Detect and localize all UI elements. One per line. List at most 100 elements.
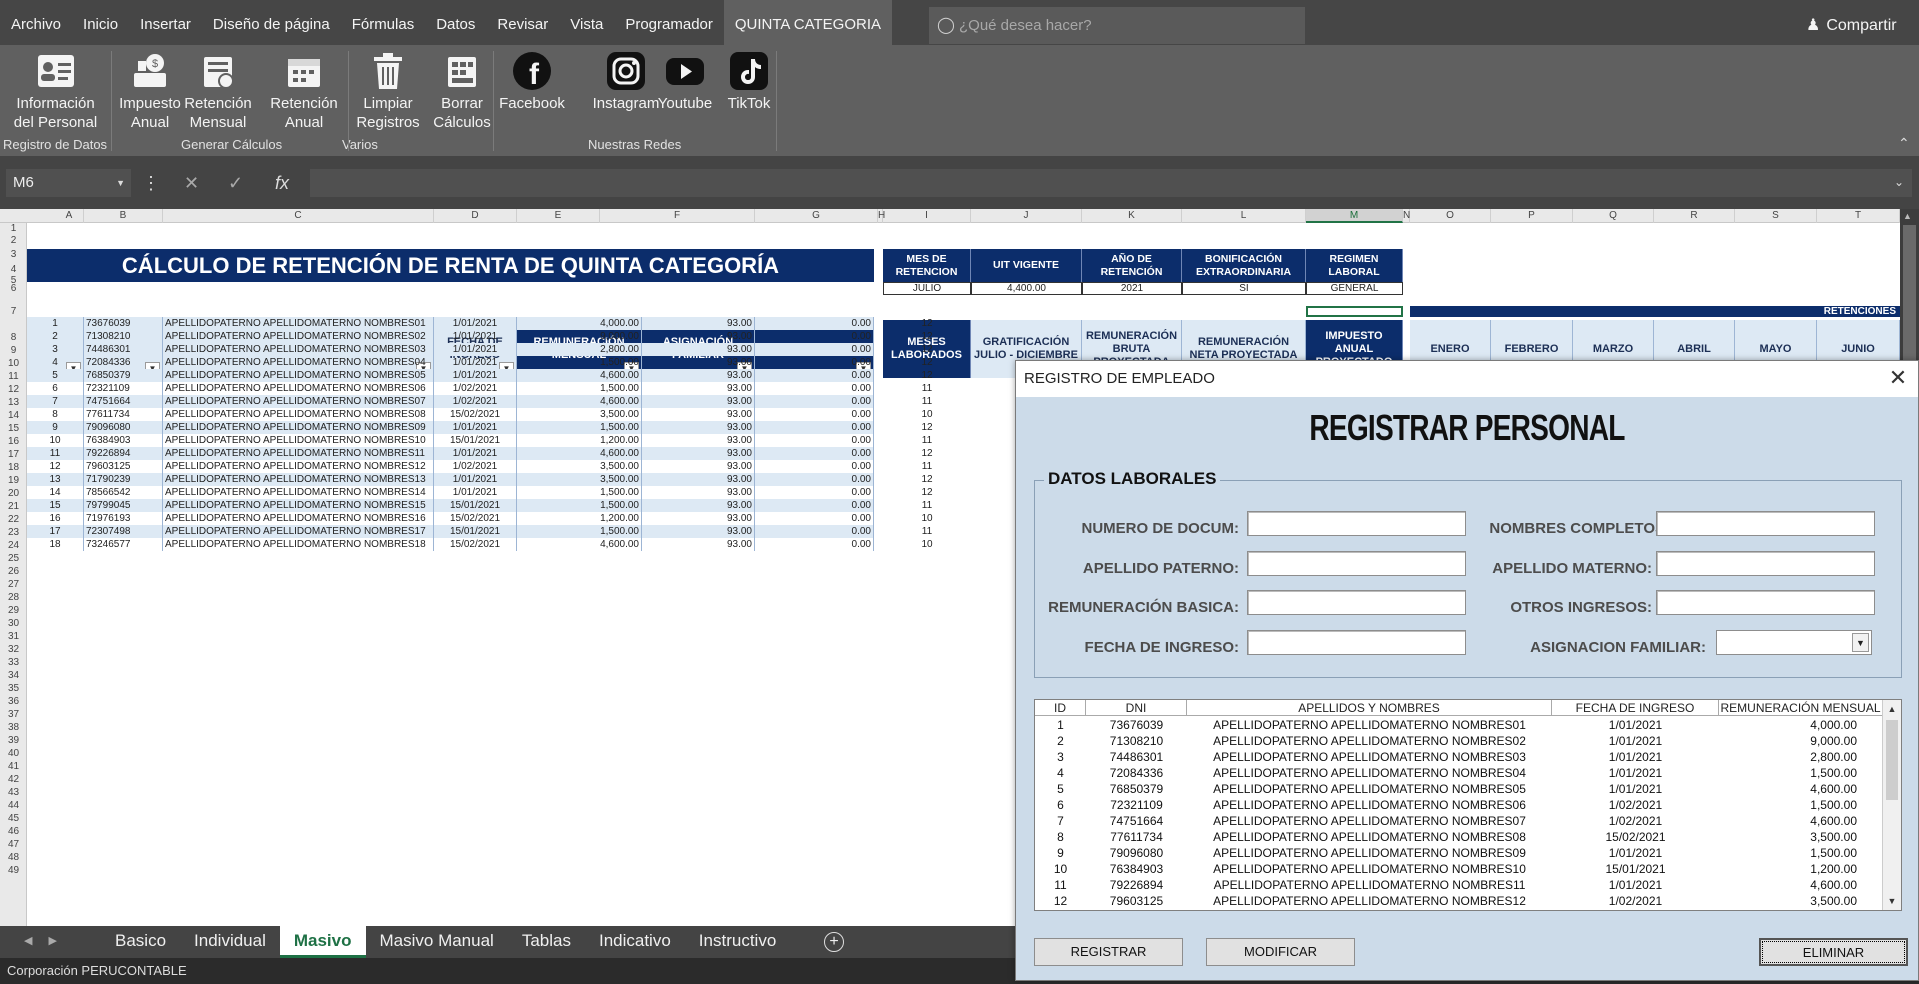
cell-meses[interactable]: 11 bbox=[883, 395, 971, 408]
cell[interactable]: 73246577 bbox=[84, 538, 163, 551]
column-header-C[interactable]: C bbox=[163, 209, 434, 223]
asignacion-select[interactable]: ▼ bbox=[1716, 630, 1872, 655]
cell[interactable]: 93.00 bbox=[642, 382, 755, 395]
cell[interactable]: 4 bbox=[27, 356, 84, 369]
row-header-33[interactable]: 33 bbox=[0, 656, 27, 669]
list-item[interactable]: 1 73676039 APELLIDOPATERNO APELLIDOMATERNO… bbox=[1035, 717, 1883, 733]
row-header-43[interactable]: 43 bbox=[0, 786, 27, 799]
cell[interactable]: 71790239 bbox=[84, 473, 163, 486]
cell[interactable]: 0.00 bbox=[755, 408, 874, 421]
row-header-38[interactable]: 38 bbox=[0, 721, 27, 734]
column-header-Q[interactable]: Q bbox=[1573, 209, 1654, 223]
row-header-8[interactable]: 8 bbox=[0, 331, 27, 344]
row-header-49[interactable]: 49 bbox=[0, 864, 27, 877]
row-header-32[interactable]: 32 bbox=[0, 643, 27, 656]
column-header-T[interactable]: T bbox=[1817, 209, 1900, 223]
column-header-F[interactable]: F bbox=[600, 209, 755, 223]
row-header-9[interactable]: 9 bbox=[0, 344, 27, 357]
table-row[interactable]: 1 73676039 APELLIDOPATERNO APELLIDOMATERNO… bbox=[27, 317, 874, 330]
param-value-3[interactable]: SI bbox=[1182, 282, 1306, 295]
table-row[interactable]: 7 74751664 APELLIDOPATERNO APELLIDOMATERNO… bbox=[27, 395, 874, 408]
cell[interactable]: 93.00 bbox=[642, 343, 755, 356]
listbox-scrollbar[interactable]: ▲ ▼ bbox=[1882, 700, 1901, 910]
row-header-48[interactable]: 48 bbox=[0, 851, 27, 864]
cell[interactable]: 15/02/2021 bbox=[434, 538, 517, 551]
cell-meses[interactable]: 11 bbox=[883, 525, 971, 538]
param-value-2[interactable]: 2021 bbox=[1082, 282, 1182, 295]
list-item[interactable]: 8 77611734 APELLIDOPATERNO APELLIDOMATERNO… bbox=[1035, 829, 1883, 845]
cell[interactable]: 8 bbox=[27, 408, 84, 421]
cell[interactable]: APELLIDOPATERNO APELLIDOMATERNO NOMBRES0… bbox=[163, 330, 434, 343]
cell[interactable]: APELLIDOPATERNO APELLIDOMATERNO NOMBRES1… bbox=[163, 512, 434, 525]
table-row[interactable]: 9 79096080 APELLIDOPATERNO APELLIDOMATERNO… bbox=[27, 421, 874, 434]
cell[interactable]: 93.00 bbox=[642, 538, 755, 551]
eliminar-button[interactable]: ELIMINAR bbox=[1759, 938, 1908, 966]
nombres-input[interactable] bbox=[1656, 511, 1875, 536]
row-header-39[interactable]: 39 bbox=[0, 734, 27, 747]
scroll-thumb[interactable] bbox=[1886, 720, 1898, 800]
cell[interactable]: 1,500.00 bbox=[517, 499, 642, 512]
list-item[interactable]: 10 76384903 APELLIDOPATERNO APELLIDOMATERN… bbox=[1035, 861, 1883, 877]
cell[interactable]: 13 bbox=[27, 473, 84, 486]
row-header-13[interactable]: 13 bbox=[0, 396, 27, 409]
function-icon[interactable]: fx bbox=[275, 169, 289, 197]
row-header-19[interactable]: 19 bbox=[0, 474, 27, 487]
cell[interactable]: 76850379 bbox=[84, 369, 163, 382]
cell[interactable]: 78566542 bbox=[84, 486, 163, 499]
table-row[interactable]: 4 72084336 APELLIDOPATERNO APELLIDOMATERNO… bbox=[27, 356, 874, 369]
cell[interactable]: 15/02/2021 bbox=[434, 512, 517, 525]
cell-meses[interactable]: 12 bbox=[883, 447, 971, 460]
column-header-M[interactable]: M bbox=[1306, 209, 1403, 223]
otros-input[interactable] bbox=[1656, 590, 1875, 615]
table-row[interactable]: 17 72307498 APELLIDOPATERNO APELLIDOMATERN… bbox=[27, 525, 874, 538]
enter-icon[interactable]: ✓ bbox=[228, 169, 243, 197]
ribbon-button-6[interactable]: f Facebook bbox=[496, 49, 568, 113]
cell[interactable]: 10 bbox=[27, 434, 84, 447]
row-header-29[interactable]: 29 bbox=[0, 604, 27, 617]
cell[interactable]: 1/02/2021 bbox=[434, 395, 517, 408]
cell[interactable]: 73676039 bbox=[84, 317, 163, 330]
column-header-E[interactable]: E bbox=[517, 209, 600, 223]
row-header-25[interactable]: 25 bbox=[0, 552, 27, 565]
row-header-1[interactable]: 1 bbox=[0, 223, 27, 235]
cell[interactable]: 93.00 bbox=[642, 434, 755, 447]
column-header-R[interactable]: R bbox=[1654, 209, 1735, 223]
list-item[interactable]: 12 79603125 APELLIDOPATERNO APELLIDOMATERN… bbox=[1035, 893, 1883, 909]
cell[interactable]: 93.00 bbox=[642, 356, 755, 369]
cell-meses[interactable]: 12 bbox=[883, 473, 971, 486]
cell[interactable]: 1/01/2021 bbox=[434, 473, 517, 486]
sheet-tab-4[interactable]: Tablas bbox=[508, 926, 585, 958]
menu-tab-8[interactable]: Programador bbox=[614, 0, 724, 45]
ap-materno-input[interactable] bbox=[1656, 551, 1875, 576]
cell[interactable]: 93.00 bbox=[642, 421, 755, 434]
cell[interactable]: APELLIDOPATERNO APELLIDOMATERNO NOMBRES0… bbox=[163, 369, 434, 382]
row-header-23[interactable]: 23 bbox=[0, 526, 27, 539]
selected-cell[interactable] bbox=[1306, 306, 1403, 317]
cell[interactable]: 15 bbox=[27, 499, 84, 512]
ribbon-button-0[interactable]: Información del Personal bbox=[8, 49, 103, 132]
row-header-17[interactable]: 17 bbox=[0, 448, 27, 461]
cell[interactable]: 6 bbox=[27, 382, 84, 395]
cell[interactable]: 0.00 bbox=[755, 421, 874, 434]
cell-meses[interactable]: 11 bbox=[883, 434, 971, 447]
row-header-42[interactable]: 42 bbox=[0, 773, 27, 786]
cell[interactable]: 93.00 bbox=[642, 525, 755, 538]
dialog-titlebar[interactable]: REGISTRO DE EMPLEADO ✕ bbox=[1016, 361, 1918, 397]
cell-meses[interactable]: 12 bbox=[883, 421, 971, 434]
ribbon-button-4[interactable]: Limpiar Registros bbox=[348, 49, 428, 132]
cell[interactable]: 79603125 bbox=[84, 460, 163, 473]
cell[interactable]: 1/01/2021 bbox=[434, 317, 517, 330]
cell[interactable]: APELLIDOPATERNO APELLIDOMATERNO NOMBRES1… bbox=[163, 473, 434, 486]
cell[interactable]: 12 bbox=[27, 460, 84, 473]
cell[interactable]: 93.00 bbox=[642, 369, 755, 382]
cell[interactable]: 93.00 bbox=[642, 408, 755, 421]
row-header-6[interactable]: 6 bbox=[0, 284, 27, 294]
listbox-header-0[interactable]: ID bbox=[1035, 700, 1086, 716]
row-header-10[interactable]: 10 bbox=[0, 357, 27, 370]
table-row[interactable]: 13 71790239 APELLIDOPATERNO APELLIDOMATERN… bbox=[27, 473, 874, 486]
cell-meses[interactable]: 12 bbox=[883, 330, 971, 343]
cell[interactable]: 1/02/2021 bbox=[434, 382, 517, 395]
cell[interactable]: 93.00 bbox=[642, 330, 755, 343]
modificar-button[interactable]: MODIFICAR bbox=[1206, 938, 1355, 966]
cell[interactable]: 7 bbox=[27, 395, 84, 408]
